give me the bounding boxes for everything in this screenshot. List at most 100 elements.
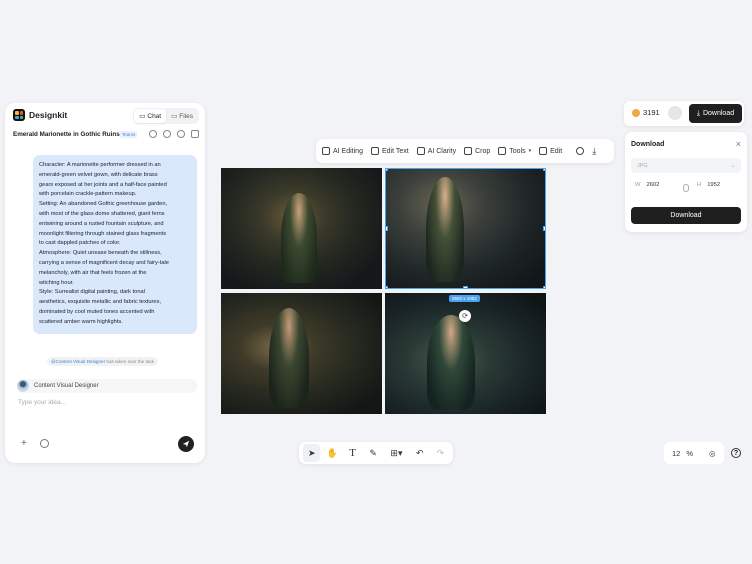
tools-button[interactable]: Tools ▾ [498,147,531,155]
generated-image-1[interactable] [221,168,382,289]
tab-files-label: Files [179,112,193,120]
zoom-value: 12 [672,448,681,458]
chat-icon: ▭ [139,113,146,120]
message-line: entwining around a rusted fountain sculp… [39,220,164,227]
hand-tool-button[interactable]: ✋ [323,444,340,462]
team-badge: Teams [120,131,138,138]
tab-chat[interactable]: ▭ Chat [134,109,167,123]
edit-button[interactable]: Edit [539,147,562,155]
handover-agent[interactable]: @Content Visual Designer [51,359,105,364]
chat-tabs: ▭ Chat ▭ Files [133,108,199,124]
download-panel: Download × JPG ⌄ W 2602 H 1952 Download [625,132,747,232]
resize-handle[interactable] [386,286,388,288]
message-line: to cast dappled patches of color. [39,240,121,247]
message-line: dominated by cool muted tones accented w… [39,308,155,315]
tools-label: Tools [509,147,526,155]
help-button[interactable]: ? [728,444,744,462]
chat-input[interactable] [18,399,188,406]
width-field[interactable]: W 2602 [635,182,659,188]
brush-icon: ✎ [369,447,377,458]
download-panel-title: Download [631,141,665,148]
message-line: scattered amber warm highlights. [39,318,123,325]
download-button-label: Download [702,110,735,117]
user-message-bubble: Character: A marionette performer dresse… [33,155,197,334]
undo-icon: ↶ [416,447,424,458]
chevron-down-icon: ▾ [528,148,532,154]
emoji-icon[interactable] [40,439,49,448]
send-button[interactable] [178,436,194,452]
message-line: carrying a sense of magnificent decay an… [39,259,169,266]
crop-icon [464,147,473,155]
sliders-icon [539,147,548,155]
comment-button[interactable] [576,147,585,155]
resize-handle[interactable] [463,286,468,288]
height-field[interactable]: H 1952 [697,182,720,188]
agent-row: Content Visual Designer [17,379,197,393]
undo-button[interactable]: ↶ [411,444,428,462]
redo-icon: ↷ [436,447,445,458]
message-line: with most of the glass dome shattered, g… [39,210,165,217]
height-value: 1952 [707,182,721,188]
message-line: Character: A marionette performer dresse… [39,162,161,168]
fit-screen-icon[interactable]: ◎ [709,449,716,458]
account-bar: 3191 ⤓ Download [624,101,744,126]
link-icon[interactable] [683,184,689,192]
resize-handle[interactable] [543,169,545,171]
brush-tool-button[interactable]: ✎ [364,444,381,462]
chat-input-box [10,393,200,459]
message-line: melancholy, with air that feels frozen a… [39,269,147,276]
message-line: moonlight filtering through stained glas… [39,230,167,237]
figure-shape [427,315,475,410]
plus-icon[interactable]: + [21,438,27,449]
resize-handle[interactable] [543,226,545,231]
tools-icon [498,147,507,155]
resize-handle[interactable] [386,169,388,171]
text-tool-button[interactable]: T [344,444,361,462]
redo-button[interactable]: ↷ [432,444,449,462]
zoom-unit: % [686,448,694,458]
add-icon[interactable] [149,130,157,138]
download-image-button[interactable]: ⤓ [592,146,596,157]
crop-button[interactable]: Crop [464,147,490,155]
edit-text-button[interactable]: Edit Text [370,147,409,155]
tab-files[interactable]: ▭ Files [166,109,198,123]
avatar[interactable] [668,106,682,120]
edit-text-icon [370,147,379,155]
collapse-panel-icon[interactable] [191,130,199,138]
resize-handle[interactable] [386,226,388,231]
select-tool-button[interactable]: ➤ [303,444,321,462]
format-value: JPG [637,162,648,169]
figure-shape [269,308,309,408]
rotate-button[interactable]: ⟳ [459,310,471,322]
coin-icon [632,108,640,117]
insert-tool-button[interactable]: ⊞▾ [385,444,408,462]
credits[interactable]: 3191 [632,108,660,117]
close-icon[interactable]: × [736,139,741,149]
format-select[interactable]: JPG ⌄ [631,158,741,173]
download-button[interactable]: ⤓ Download [689,104,742,123]
history-icon[interactable] [163,130,171,138]
agent-name: Content Visual Designer [34,383,99,389]
handover-notice: @Content Visual Designer has taken over … [47,357,158,366]
message-line: aesthetics, exquisite metallic and fabri… [39,299,162,306]
resize-handle[interactable] [543,286,545,288]
designkit-logo-icon [13,109,25,121]
project-actions [149,130,199,138]
generated-image-2[interactable] [385,168,546,289]
width-label: W [635,182,641,188]
tab-chat-label: Chat [147,112,162,120]
figure-shape [426,177,464,282]
agent-avatar [17,380,29,392]
width-value: 2602 [646,182,660,188]
zoom-control[interactable]: 12 % ◎ [664,442,724,464]
ai-clarity-button[interactable]: AI Clarity [416,147,456,155]
ai-editing-label: AI Editing [333,147,363,155]
ai-editing-button[interactable]: AI Editing [322,147,363,155]
rotate-icon: ⟳ [462,313,468,320]
refresh-icon[interactable] [177,130,185,138]
confirm-download-button[interactable]: Download [631,207,741,224]
edit-text-label: Edit Text [381,147,409,155]
message-line: Style: Surrealist digital painting, dark… [39,289,145,296]
crop-label: Crop [475,147,491,155]
generated-image-3[interactable] [221,293,382,414]
